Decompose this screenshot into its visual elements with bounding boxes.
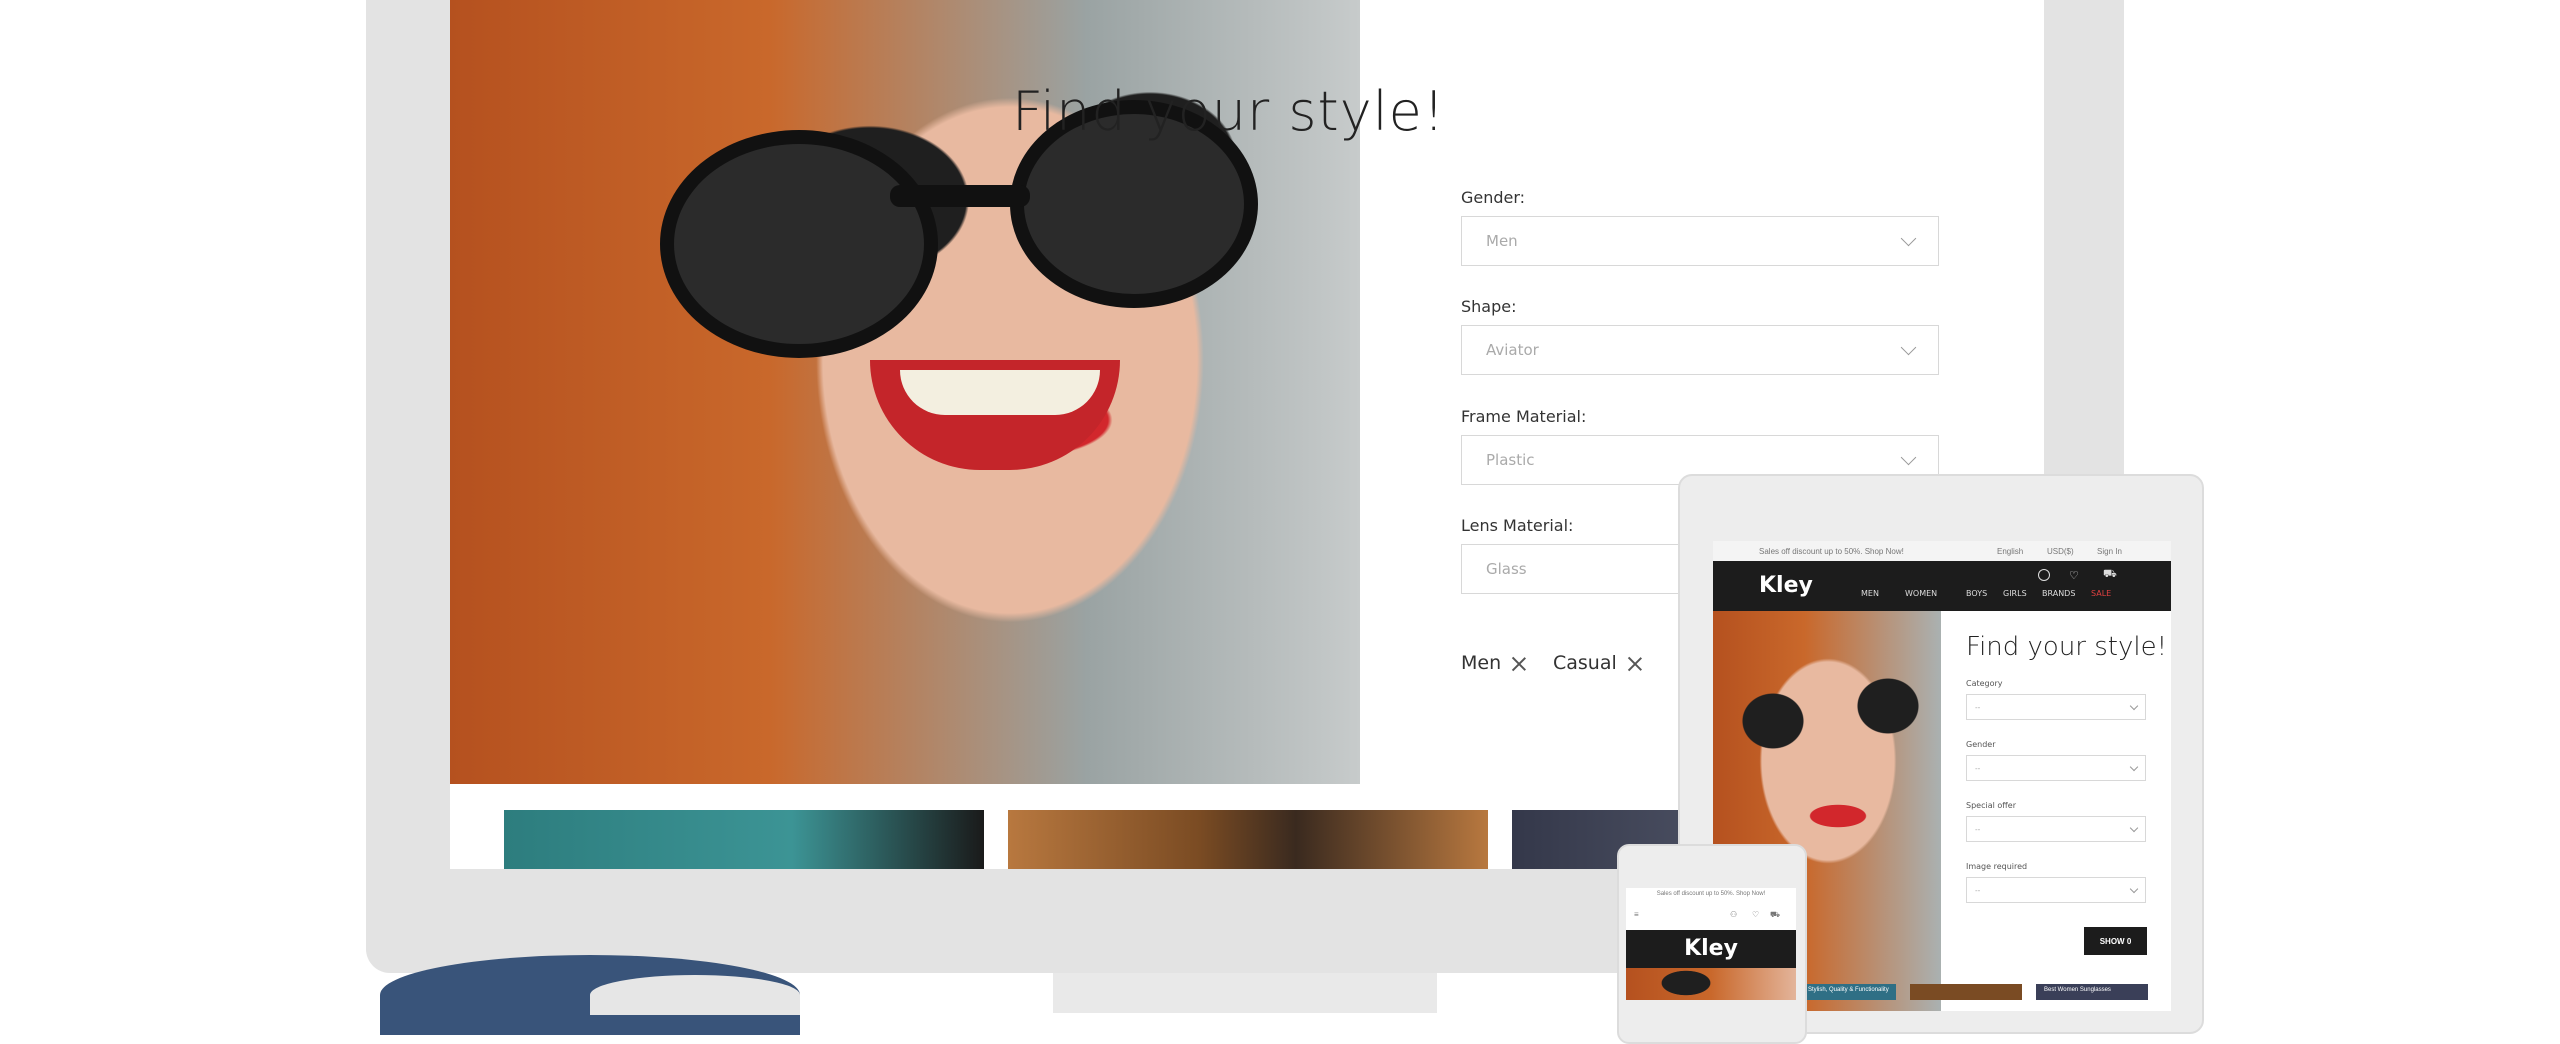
heart-icon[interactable]: ♡ — [1752, 910, 1759, 919]
tablet-nav-sale[interactable]: SALE — [2091, 589, 2111, 598]
tablet-gender-label: Gender — [1966, 740, 1996, 749]
phone-promo[interactable]: Sales off discount up to 50%. Shop Now! — [1626, 888, 1796, 903]
tablet-thumb-caption: Stylish, Quality & Functionality — [1808, 987, 1889, 993]
show-results-button[interactable]: SHOW 0 — [2084, 927, 2147, 955]
filter-tag-men[interactable]: Men — [1461, 652, 1526, 674]
tablet-image-required-select[interactable]: -- — [1966, 877, 2146, 903]
tablet-currency[interactable]: USD($) — [2047, 547, 2074, 556]
chevron-down-icon — [1900, 230, 1917, 246]
tablet-nav-brands[interactable]: BRANDS — [2042, 589, 2075, 598]
tablet-nav-boys[interactable]: BOYS — [1966, 589, 1987, 598]
tablet-topbar: Sales off discount up to 50%. Shop Now! … — [1713, 541, 2171, 561]
chevron-down-icon — [1900, 339, 1917, 355]
shape-label: Shape: — [1461, 297, 1517, 316]
shape-select[interactable]: Aviator — [1461, 325, 1939, 375]
chevron-down-icon — [2129, 701, 2139, 710]
cart-icon[interactable]: ⛟ — [2103, 568, 2117, 582]
user-icon[interactable]: ⚇ — [1730, 910, 1737, 919]
product-thumb-1[interactable] — [504, 810, 984, 869]
chevron-down-icon — [2129, 823, 2139, 832]
tablet-special-offer-label: Special offer — [1966, 801, 2016, 810]
tablet-thumb-2[interactable] — [1910, 984, 2022, 1000]
phone-hero-photo — [1626, 968, 1796, 1000]
gender-select[interactable]: Men — [1461, 216, 1939, 266]
sunglasses-bridge — [890, 185, 1030, 207]
tablet-nav-women[interactable]: WOMEN — [1905, 589, 1937, 598]
gender-select-value: Men — [1486, 232, 1518, 250]
tablet-special-offer-value: -- — [1975, 824, 1981, 834]
menu-icon[interactable]: ≡ — [1634, 910, 1639, 919]
lens-material-label: Lens Material: — [1461, 516, 1574, 535]
chevron-down-icon — [2129, 884, 2139, 893]
gender-label: Gender: — [1461, 188, 1526, 207]
tablet-thumb-3[interactable]: Best Women Sunglasses — [2036, 984, 2148, 1000]
tablet-promo[interactable]: Sales off discount up to 50%. Shop Now! — [1759, 547, 1904, 556]
close-icon[interactable] — [1511, 656, 1526, 671]
lens-material-select-value: Glass — [1486, 560, 1527, 578]
tablet-signin[interactable]: Sign In — [2097, 547, 2122, 556]
shape-select-value: Aviator — [1486, 341, 1539, 359]
frame-material-select-value: Plastic — [1486, 451, 1535, 469]
tablet-gender-value: -- — [1975, 763, 1981, 773]
chevron-down-icon — [2129, 762, 2139, 771]
tablet-category-label: Category — [1966, 679, 2003, 688]
chevron-down-icon — [1900, 449, 1917, 465]
tablet-image-required-value: -- — [1975, 885, 1981, 895]
page-title: Find your style! — [1012, 80, 1446, 143]
tablet-thumb-caption: Best Women Sunglasses — [2044, 987, 2111, 993]
tablet-category-select[interactable]: -- — [1966, 694, 2146, 720]
filter-tag-casual[interactable]: Casual — [1553, 652, 1642, 674]
monitor-stand — [1053, 973, 1437, 1013]
cap-brim — [590, 975, 800, 1015]
tablet-gender-select[interactable]: -- — [1966, 755, 2146, 781]
tablet-image-required-label: Image required — [1966, 862, 2028, 871]
close-icon[interactable] — [1627, 656, 1642, 671]
filter-tag-label: Casual — [1553, 652, 1617, 674]
tablet-page-title: Find your style! — [1966, 632, 2168, 662]
filter-tag-label: Men — [1461, 652, 1502, 674]
tablet-category-value: -- — [1975, 702, 1981, 712]
phone-screen: Sales off discount up to 50%. Shop Now! … — [1626, 888, 1796, 1000]
tablet-thumb-1[interactable]: Stylish, Quality & Functionality — [1804, 984, 1896, 1000]
sunglasses-lens-left — [660, 130, 938, 358]
tablet-nav-girls[interactable]: GIRLS — [2003, 589, 2027, 598]
tablet-logo[interactable]: Kley — [1759, 573, 1813, 598]
tablet-nav-men[interactable]: MEN — [1861, 589, 1879, 598]
tablet-special-offer-select[interactable]: -- — [1966, 816, 2146, 842]
user-icon[interactable] — [2038, 569, 2050, 581]
teeth — [900, 370, 1100, 415]
product-thumb-2[interactable] — [1008, 810, 1488, 869]
heart-icon[interactable]: ♡ — [2069, 569, 2079, 582]
cart-icon[interactable]: ⛟ — [1770, 910, 1780, 920]
phone-logo[interactable]: Kley — [1626, 930, 1796, 968]
frame-material-label: Frame Material: — [1461, 407, 1587, 426]
tablet-language[interactable]: English — [1997, 547, 2023, 556]
